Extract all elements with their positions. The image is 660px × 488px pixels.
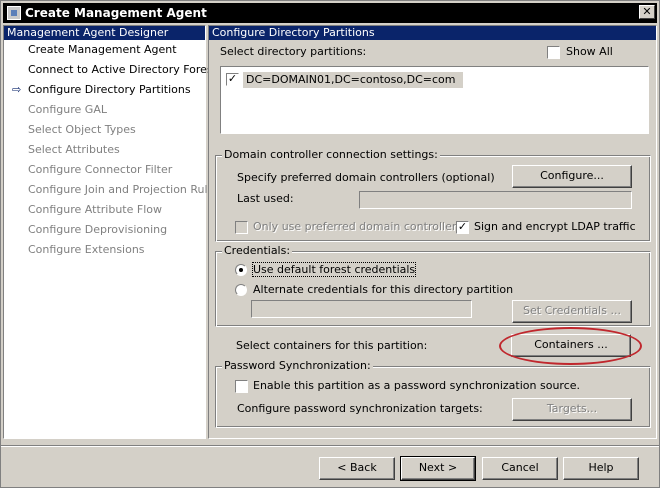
default-credentials-radio[interactable] (235, 264, 247, 276)
sign-encrypt-label[interactable]: Sign and encrypt LDAP traffic (474, 220, 636, 233)
containers-label: Select containers for this partition: (236, 339, 428, 352)
current-step-arrow-icon: ⇨ (12, 83, 22, 96)
dc-settings-group: Domain controller connection settings: S… (215, 148, 651, 242)
enable-password-sync-checkbox[interactable] (235, 380, 248, 393)
alternate-credentials-label[interactable]: Alternate credentials for this directory… (253, 283, 513, 296)
credentials-legend: Credentials: (222, 244, 293, 257)
show-all-checkbox[interactable] (547, 46, 560, 59)
close-button[interactable]: ✕ (639, 5, 655, 19)
nav-item-create-management-agent[interactable]: Create Management Agent (4, 40, 205, 60)
cancel-button[interactable]: Cancel (482, 457, 558, 480)
only-preferred-checkbox (235, 221, 248, 234)
list-item[interactable]: ✓ DC=DOMAIN01,DC=contoso,DC=com (226, 72, 466, 88)
window-title: Create Management Agent (25, 6, 207, 20)
nav-item-configure-extensions: Configure Extensions (28, 243, 145, 256)
alternate-credentials-radio[interactable] (235, 284, 247, 296)
last-used-field (359, 191, 632, 209)
nav-item-select-object-types: Select Object Types (28, 123, 136, 136)
nav-panel-header: Management Agent Designer (4, 26, 205, 40)
show-all-label[interactable]: Show All (566, 45, 613, 58)
main-panel-header: Configure Directory Partitions (209, 26, 656, 40)
targets-label: Configure password synchronization targe… (237, 402, 483, 415)
partitions-listbox[interactable]: ✓ DC=DOMAIN01,DC=contoso,DC=com (220, 66, 649, 134)
specify-dc-label: Specify preferred domain controllers (op… (237, 171, 495, 184)
containers-button[interactable]: Containers ... (511, 334, 631, 357)
configure-button[interactable]: Configure... (512, 165, 632, 188)
password-sync-group: Password Synchronization: Enable this pa… (215, 359, 651, 428)
create-management-agent-window: Create Management Agent ✕ Management Age… (0, 0, 660, 488)
close-icon: ✕ (642, 5, 652, 18)
nav-item-configure-gal: Configure GAL (28, 103, 107, 116)
credentials-group: Credentials: Use default forest credenti… (215, 244, 651, 327)
dc-settings-legend: Domain controller connection settings: (222, 148, 440, 161)
footer-separator (1, 445, 659, 447)
nav-item-configure-directory-partitions[interactable]: ⇨ Configure Directory Partitions (4, 80, 205, 100)
nav-item-configure-deprovisioning: Configure Deprovisioning (28, 223, 168, 236)
sign-encrypt-checkbox[interactable]: ✓ (456, 221, 469, 234)
back-button[interactable]: < Back (319, 457, 395, 480)
partitions-label: Select directory partitions: (220, 45, 367, 58)
next-button[interactable]: Next > (400, 456, 476, 481)
nav-item-configure-join-projection: Configure Join and Projection Rules (28, 183, 221, 196)
only-preferred-label: Only use preferred domain controllers (253, 220, 463, 233)
partition-checkbox[interactable]: ✓ (226, 73, 239, 86)
nav-list: Create Management Agent Connect to Activ… (4, 40, 221, 260)
targets-button: Targets... (512, 398, 632, 421)
alternate-credentials-field (251, 300, 472, 318)
nav-item-configure-connector-filter: Configure Connector Filter (28, 163, 173, 176)
app-icon (7, 6, 21, 20)
partition-label: DC=DOMAIN01,DC=contoso,DC=com (243, 72, 463, 88)
default-credentials-label[interactable]: Use default forest credentials (251, 262, 417, 277)
designer-nav-panel: Management Agent Designer Create Managem… (3, 25, 221, 439)
help-button[interactable]: Help (563, 457, 639, 480)
last-used-label: Last used: (237, 192, 294, 205)
password-sync-legend: Password Synchronization: (222, 359, 373, 372)
nav-item-configure-attribute-flow: Configure Attribute Flow (28, 203, 162, 216)
set-credentials-button: Set Credentials ... (512, 300, 632, 323)
nav-item-select-attributes: Select Attributes (28, 143, 120, 156)
configure-partitions-panel: Configure Directory Partitions Select di… (208, 25, 657, 439)
nav-item-connect-to-forest[interactable]: Connect to Active Directory Forest (4, 60, 217, 80)
enable-password-sync-label[interactable]: Enable this partition as a password sync… (253, 379, 580, 392)
title-bar[interactable]: Create Management Agent ✕ (3, 3, 657, 23)
